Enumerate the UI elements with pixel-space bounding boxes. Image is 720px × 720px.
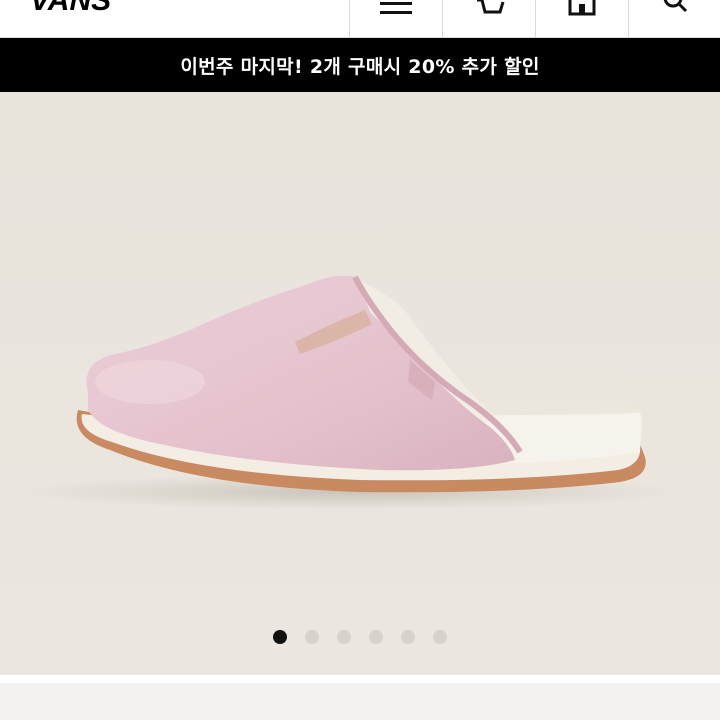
carousel-dot-5[interactable] [401, 630, 415, 644]
promo-banner[interactable]: 이번주 마지막! 2개 구매시 20% 추가 할인 [0, 38, 720, 92]
product-image-carousel[interactable] [0, 92, 720, 674]
carousel-dot-2[interactable] [305, 630, 319, 644]
bottom-section [0, 674, 720, 720]
menu-button[interactable] [349, 0, 442, 38]
carousel-dot-4[interactable] [369, 630, 383, 644]
carousel-dot-1[interactable] [273, 630, 287, 644]
carousel-dot-3[interactable] [337, 630, 351, 644]
promo-text: 이번주 마지막! 2개 구매시 20% 추가 할인 [180, 55, 540, 78]
menu-icon [380, 2, 412, 14]
store-button[interactable] [535, 0, 628, 38]
top-header: VANS [0, 0, 720, 38]
search-icon [663, 0, 687, 13]
carousel-dots [0, 630, 720, 646]
cart-button[interactable] [442, 0, 535, 38]
carousel-dot-6[interactable] [433, 630, 447, 644]
product-image [0, 92, 720, 674]
cart-icon [477, 0, 505, 14]
vans-logo[interactable]: VANS [26, 0, 156, 12]
store-icon [568, 0, 596, 16]
bottom-panel [0, 683, 720, 720]
logo-text: VANS [30, 0, 111, 12]
search-button[interactable] [628, 0, 720, 38]
